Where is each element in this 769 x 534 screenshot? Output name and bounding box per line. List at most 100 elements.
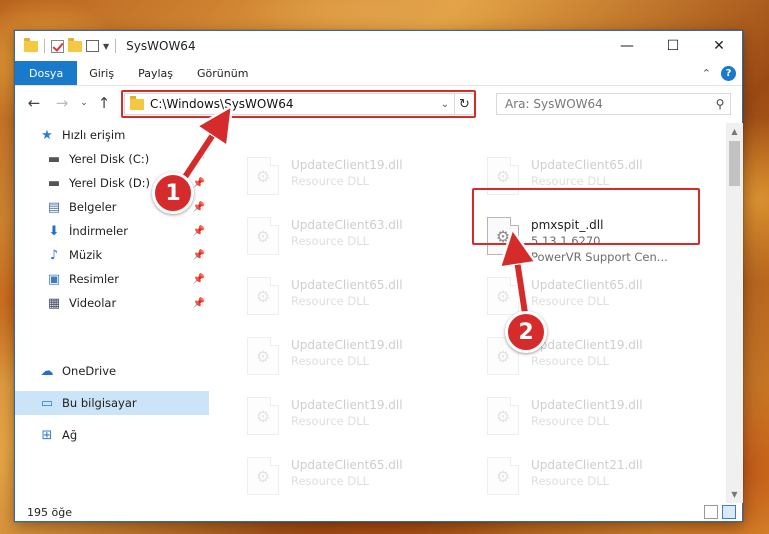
pin-icon[interactable]: 📌 <box>193 298 205 309</box>
sidebar-item-drive-c[interactable]: ▬ Yerel Disk (C:) 📌 <box>15 147 209 171</box>
dll-file-icon: ⚙ <box>247 217 279 255</box>
file-type: Resource DLL <box>531 294 610 308</box>
file-type: Resource DLL <box>291 414 370 428</box>
title-bar: ▼ SysWOW64 — ☐ ✕ <box>15 31 742 61</box>
details-view-icon[interactable] <box>704 505 718 519</box>
documents-icon: ▤ <box>47 199 61 215</box>
search-box[interactable]: Ara: SysWOW64 ⚲ <box>496 93 731 115</box>
sidebar-item-label: Videolar <box>69 296 117 310</box>
file-item[interactable]: ⚙ UpdateClient21.dll Resource DLL <box>477 451 707 503</box>
file-type: Resource DLL <box>291 474 370 488</box>
file-item[interactable]: ⚙ UpdateClient65.dll Resource DLL <box>237 451 467 503</box>
dll-file-icon: ⚙ <box>247 157 279 195</box>
dll-file-icon: ⚙ <box>247 457 279 495</box>
customize-toolbar-dropdown[interactable]: ▼ <box>103 42 109 51</box>
file-type: Resource DLL <box>531 174 610 188</box>
scroll-thumb[interactable] <box>729 141 740 186</box>
file-item[interactable]: ⚙ UpdateClient19.dll Resource DLL <box>237 391 467 445</box>
videos-icon: ▦ <box>47 295 61 311</box>
pictures-icon: ▣ <box>47 271 61 287</box>
back-button[interactable]: ← <box>23 94 45 112</box>
search-placeholder[interactable]: Ara: SysWOW64 <box>505 97 710 111</box>
tab-home[interactable]: Giriş <box>77 61 126 85</box>
status-bar: 195 öğe <box>15 501 742 523</box>
window-controls: — ☐ ✕ <box>604 31 742 61</box>
sidebar-item-onedrive[interactable]: ☁ OneDrive <box>15 359 209 383</box>
sidebar-item-network[interactable]: ⊞ Ağ <box>15 423 209 447</box>
star-icon: ★ <box>41 127 53 143</box>
sidebar-item-label: Yerel Disk (D:) <box>69 176 151 190</box>
dll-file-icon: ⚙ <box>247 397 279 435</box>
sidebar-item-quick-access[interactable]: ★ Hızlı erişim <box>15 123 209 147</box>
tab-share[interactable]: Paylaş <box>126 61 185 85</box>
toolbar-separator <box>115 39 117 53</box>
dll-file-icon: ⚙ <box>247 277 279 315</box>
address-path[interactable]: C:\Windows\SysWOW64 <box>150 97 436 111</box>
expand-ribbon-icon[interactable]: ⌃ <box>702 67 711 80</box>
quick-access-toolbar: ▼ <box>15 37 118 53</box>
callout-step-1: 1 <box>152 172 194 214</box>
file-name: UpdateClient19.dll <box>531 398 643 412</box>
pin-icon[interactable]: 📌 <box>193 250 205 261</box>
tab-view[interactable]: Görünüm <box>185 61 260 85</box>
pin-icon[interactable]: 📌 <box>193 226 205 237</box>
sidebar-item-label: Belgeler <box>69 200 117 214</box>
tab-file[interactable]: Dosya <box>15 61 78 85</box>
pin-icon[interactable]: 📌 <box>193 178 205 189</box>
minimize-button[interactable]: — <box>604 31 650 61</box>
file-item[interactable]: ⚙ UpdateClient19.dll Resource DLL <box>237 151 467 205</box>
music-icon: ♪ <box>49 247 59 263</box>
file-name: UpdateClient19.dll <box>291 398 403 412</box>
close-button[interactable]: ✕ <box>696 31 742 61</box>
sidebar-item-pictures[interactable]: ▣ Resimler 📌 <box>15 267 209 291</box>
refresh-button[interactable]: ↻ <box>454 94 474 114</box>
file-name: UpdateClient63.dll <box>291 218 403 232</box>
file-type: Resource DLL <box>291 294 370 308</box>
sidebar-item-music[interactable]: ♪ Müzik 📌 <box>15 243 209 267</box>
tiles-view-icon[interactable] <box>722 505 736 519</box>
sidebar-item-this-pc[interactable]: ▭ Bu bilgisayar <box>15 391 209 415</box>
pin-icon[interactable]: 📌 <box>193 274 205 285</box>
dll-file-icon: ⚙ <box>487 277 519 315</box>
pin-icon[interactable]: 📌 <box>193 154 205 165</box>
file-item[interactable]: ⚙ UpdateClient19.dll Resource DLL <box>477 391 707 445</box>
up-button[interactable]: ↑ <box>93 94 115 112</box>
file-type: Resource DLL <box>291 354 370 368</box>
folder-icon <box>130 95 144 110</box>
sidebar-item-videos[interactable]: ▦ Videolar 📌 <box>15 291 209 315</box>
file-type: Resource DLL <box>531 414 610 428</box>
scroll-up-button[interactable]: ▲ <box>726 123 743 140</box>
file-name: UpdateClient19.dll <box>291 158 403 172</box>
search-icon[interactable]: ⚲ <box>710 97 730 111</box>
file-name: UpdateClient21.dll <box>531 458 643 472</box>
pin-icon[interactable]: 📌 <box>193 202 205 213</box>
address-dropdown-icon[interactable]: ⌄ <box>436 99 454 110</box>
dll-file-icon: ⚙ <box>247 337 279 375</box>
sidebar-item-label: İndirmeler <box>69 224 128 238</box>
callout-step-2: 2 <box>505 311 547 353</box>
file-item[interactable]: ⚙ UpdateClient19.dll Resource DLL <box>237 331 467 385</box>
forward-button[interactable]: → <box>51 94 73 112</box>
computer-icon: ▭ <box>40 395 54 411</box>
folder-icon[interactable] <box>24 37 38 52</box>
file-name: UpdateClient65.dll <box>531 158 643 172</box>
vertical-scrollbar[interactable]: ▲ ▼ <box>726 123 743 503</box>
download-icon: ⬇ <box>48 223 60 239</box>
address-bar[interactable]: C:\Windows\SysWOW64 ⌄ ↻ <box>124 93 475 115</box>
file-name: UpdateClient65.dll <box>291 278 403 292</box>
recent-locations-button[interactable]: ⌄ <box>77 98 91 108</box>
file-item[interactable]: ⚙ UpdateClient65.dll Resource DLL <box>237 271 467 325</box>
new-folder-icon[interactable] <box>68 37 82 52</box>
file-name: UpdateClient65.dll <box>291 458 403 472</box>
file-type: Resource DLL <box>291 234 370 248</box>
sidebar-item-downloads[interactable]: ⬇ İndirmeler 📌 <box>15 219 209 243</box>
toolbar-separator <box>44 39 45 53</box>
file-highlight-box <box>472 188 700 245</box>
help-icon[interactable]: ? <box>721 66 736 81</box>
view-props-icon[interactable] <box>86 40 99 52</box>
properties-check-icon[interactable] <box>51 39 64 53</box>
maximize-button[interactable]: ☐ <box>650 31 696 61</box>
file-name: UpdateClient19.dll <box>531 338 643 352</box>
sidebar-item-label: Resimler <box>69 272 119 286</box>
file-item[interactable]: ⚙ UpdateClient63.dll Resource DLL <box>237 211 467 265</box>
